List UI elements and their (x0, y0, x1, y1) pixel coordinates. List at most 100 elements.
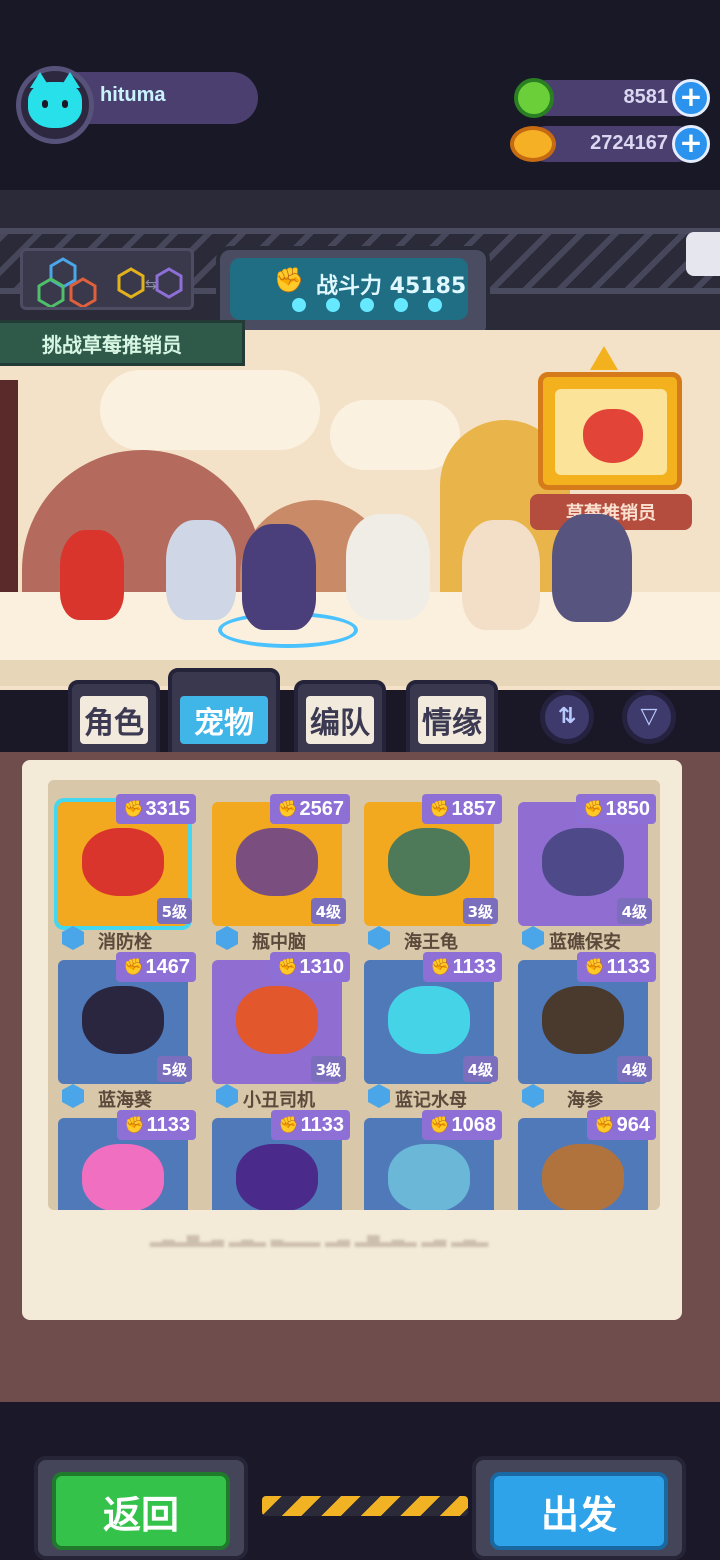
pet-card[interactable]: ✊ 1133 4级 蓝记水母 (364, 952, 502, 1111)
pet-name: 蓝海葵 (98, 1090, 152, 1111)
sort-button[interactable]: ⇅ (540, 690, 594, 744)
crown-icon (590, 346, 618, 370)
fist-icon: ✊ (277, 801, 298, 818)
pet-creature-icon (388, 986, 470, 1054)
add-coins-button[interactable]: + (672, 125, 710, 163)
pet-power-badge: ✊ 1133 (576, 952, 656, 982)
pet-power-badge: ✊ 1850 (575, 794, 656, 824)
pet-creature-icon (82, 828, 164, 896)
pet-power: 1857 (451, 797, 497, 820)
pet-card[interactable]: ✊ 964 (518, 1110, 656, 1210)
add-gems-button[interactable]: + (672, 79, 710, 117)
pet-power: 1133 (146, 1113, 190, 1136)
pet-grid: ✊ 3315 5级 消防栓 ✊ 2567 4级 瓶中脑 ✊ 1857 3级 海王龟 ✊ 1850 4级 蓝礁保… (48, 780, 660, 1210)
pet-power-badge: ✊ 964 (586, 1110, 656, 1140)
pet-level: 5级 (156, 898, 192, 924)
pet-creature-icon (236, 986, 318, 1054)
boss-sign[interactable] (538, 372, 682, 490)
fist-icon: ✊ (594, 1117, 615, 1134)
fist-icon: ✊ (274, 266, 304, 294)
pet-power-badge: ✊ 1857 (421, 794, 502, 824)
svg-text:⇆: ⇆ (145, 277, 157, 293)
challenge-label[interactable]: 挑战草莓推销员 (0, 320, 245, 366)
pet-creature-icon (388, 828, 470, 896)
pet-card[interactable]: ✊ 1133 4级 海参 (518, 952, 656, 1111)
pet-card[interactable]: ✊ 1467 5级 蓝海葵 (58, 952, 196, 1111)
pet-name: 小丑司机 (243, 1090, 315, 1111)
pet-power-badge: ✊ 2567 (269, 794, 350, 824)
pet-creature-icon (388, 1144, 470, 1210)
pet-name: 蓝礁保安 (549, 932, 621, 953)
character-5[interactable] (552, 514, 632, 622)
fist-icon: ✊ (584, 959, 605, 976)
tab-label: 角色 (80, 696, 148, 744)
hint-text: ▂▃▂▅▂▃ ▂▃▂ ▃▂▂▂ ▂▃ ▂▅▂▃▂ ▂▃ ▂▃▂ (150, 1228, 489, 1247)
pet-power: 1310 (299, 955, 345, 978)
tab-characters[interactable]: 角色 (68, 680, 160, 758)
element-cycle-icon: ⇆ (37, 257, 183, 309)
avatar[interactable] (16, 66, 94, 144)
character-1[interactable] (166, 520, 236, 620)
strawberry-icon (583, 409, 643, 463)
character-4[interactable] (462, 520, 540, 630)
pet-level: 3级 (462, 898, 498, 924)
filter-button[interactable]: ▽ (622, 690, 676, 744)
indicator-dot (326, 298, 340, 312)
side-handle[interactable] (686, 232, 720, 276)
pet-power: 2567 (299, 797, 345, 820)
pet-creature-icon (82, 986, 164, 1054)
left-pillar (0, 380, 18, 610)
pet-power-badge: ✊ 1310 (269, 952, 350, 982)
pet-card[interactable]: ✊ 1133 (212, 1110, 350, 1210)
tab-label: 情缘 (418, 696, 486, 744)
pet-power: 1850 (605, 797, 651, 820)
back-button[interactable]: 返回 (52, 1472, 230, 1550)
pet-card[interactable]: ✊ 1310 3级小丑司机 (212, 952, 350, 1111)
pet-card[interactable]: ✊ 1068 (364, 1110, 502, 1210)
username: hituma (100, 84, 166, 106)
fist-icon: ✊ (123, 801, 144, 818)
fire-hydrant-pet[interactable] (60, 530, 124, 620)
pet-creature-icon (542, 1144, 624, 1210)
pet-power: 964 (616, 1113, 650, 1136)
battle-power-label: 战斗力 45185 (316, 274, 467, 299)
element-relation-panel[interactable]: ⇆ (20, 248, 194, 310)
indicator-dot (360, 298, 374, 312)
pet-card[interactable]: ✊ 1133 (58, 1110, 196, 1210)
tab-bonds[interactable]: 情缘 (406, 680, 498, 758)
pet-level: 4级 (462, 1056, 498, 1082)
pet-card[interactable]: ✊ 1857 3级 海王龟 (364, 794, 502, 953)
pet-power: 3315 (145, 797, 191, 820)
pet-card[interactable]: ✊ 2567 4级 瓶中脑 (212, 794, 350, 953)
pet-card[interactable]: ✊ 3315 5级 消防栓 (58, 794, 196, 953)
fist-icon: ✊ (430, 959, 451, 976)
pet-name: 消防栓 (98, 932, 152, 953)
pet-level: 4级 (616, 1056, 652, 1082)
character-3[interactable] (346, 514, 430, 620)
tab-pets[interactable]: 宠物 (168, 668, 280, 758)
tab-label: 编队 (306, 696, 374, 744)
filter-icon: ▽ (640, 704, 658, 729)
tab-formation[interactable]: 编队 (294, 680, 386, 758)
go-button[interactable]: 出发 (490, 1472, 668, 1550)
fist-icon: ✊ (429, 801, 450, 818)
fist-icon: ✊ (277, 959, 298, 976)
pet-level: 3级 (310, 1056, 346, 1082)
pet-power-badge: ✊ 1133 (270, 1110, 350, 1140)
pet-power-badge: ✊ 1133 (422, 952, 502, 982)
pet-power: 1467 (145, 955, 191, 978)
cloud (330, 400, 460, 470)
cloud (100, 370, 320, 450)
tab-label: 宠物 (180, 696, 268, 744)
pet-power-badge: ✊ 1133 (116, 1110, 196, 1140)
go-frame: 出发 (472, 1456, 686, 1560)
pet-card[interactable]: ✊ 1850 4级 蓝礁保安 (518, 794, 656, 953)
pet-power: 1133 (300, 1113, 344, 1136)
pet-level: 4级 (310, 898, 346, 924)
pet-power: 1133 (452, 955, 496, 978)
fist-icon: ✊ (583, 801, 604, 818)
fist-icon: ✊ (124, 1117, 145, 1134)
character-2[interactable] (242, 524, 316, 630)
pet-level: 5级 (156, 1056, 192, 1082)
pet-power-badge: ✊ 3315 (115, 794, 196, 824)
